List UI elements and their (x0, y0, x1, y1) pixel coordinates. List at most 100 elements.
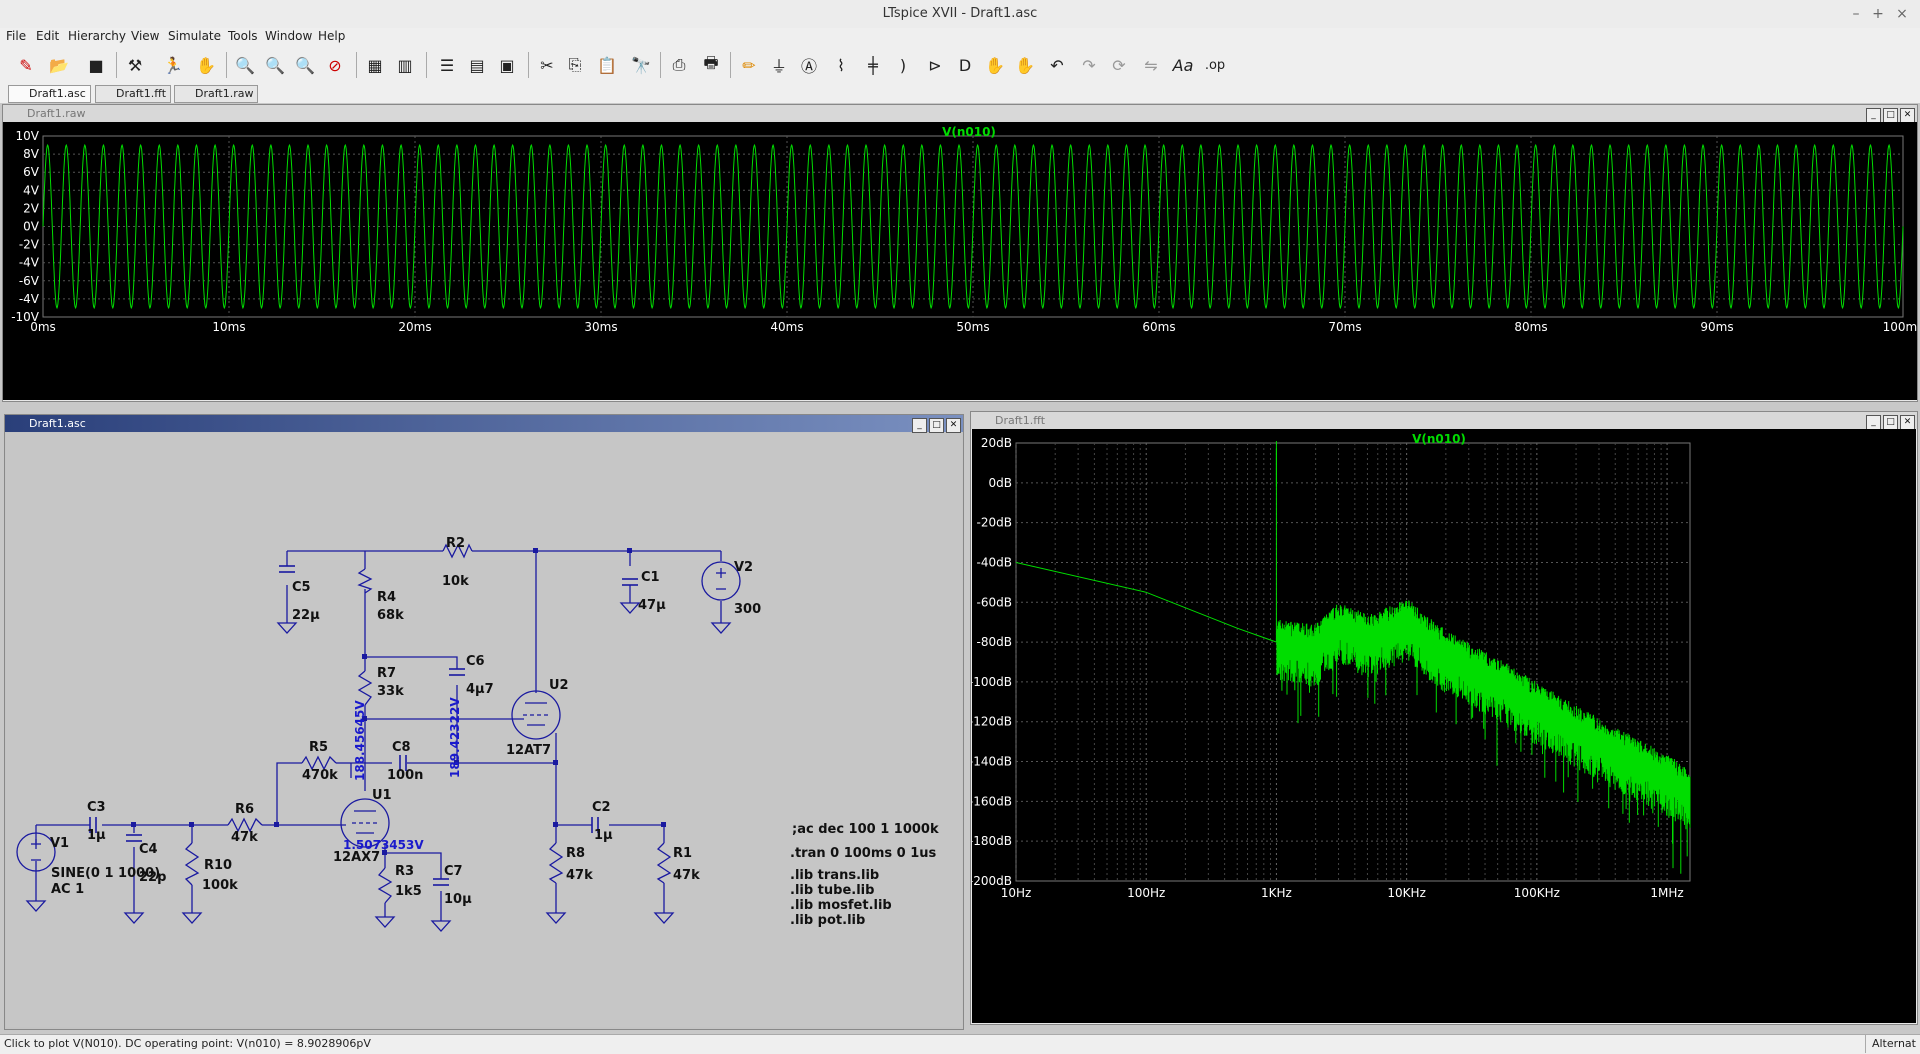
control-panel-icon[interactable]: ⚒ (122, 52, 148, 78)
c2-name[interactable]: C2 (592, 800, 611, 815)
halt-icon[interactable]: ✋ (193, 52, 219, 78)
v1-value[interactable]: SINE(0 1 1000) (51, 866, 160, 881)
menu-simulate[interactable]: Simulate (168, 29, 221, 43)
r3-value[interactable]: 1k5 (395, 884, 422, 899)
ground-icon[interactable]: ⏚ (766, 52, 792, 78)
zoom-out-icon[interactable]: 🔍 (292, 52, 318, 78)
r5-name[interactable]: R5 (309, 740, 328, 755)
close-icon[interactable]: ✕ (946, 418, 961, 433)
text-icon[interactable]: Aa (1170, 52, 1196, 78)
r10-value[interactable]: 100k (202, 878, 238, 893)
c6-value[interactable]: 4µ7 (466, 682, 494, 697)
maximize-icon[interactable]: □ (929, 418, 944, 433)
menu-edit[interactable]: Edit (36, 29, 59, 43)
print-preview-icon[interactable]: ⎙ (666, 52, 692, 78)
close-icon[interactable]: ✕ (1900, 108, 1915, 123)
save-icon[interactable]: ■ (83, 52, 109, 78)
undo-icon[interactable]: ↶ (1044, 52, 1070, 78)
c8-value[interactable]: 100n (387, 768, 423, 783)
r1-value[interactable]: 47k (673, 868, 700, 883)
minimize-icon[interactable]: _ (1866, 108, 1881, 123)
c6-name[interactable]: C6 (466, 654, 485, 669)
minimize-icon[interactable]: – (1846, 4, 1866, 24)
c2-value[interactable]: 1µ (594, 828, 613, 843)
label-net-icon[interactable]: Ⓐ (796, 52, 822, 78)
cut-icon[interactable]: ✂ (534, 52, 560, 78)
cascade-icon[interactable]: ▣ (494, 52, 520, 78)
c7-name[interactable]: C7 (444, 864, 463, 879)
menu-hierarchy[interactable]: Hierarchy (68, 29, 126, 43)
close-icon[interactable]: ✕ (1900, 415, 1915, 430)
mirror-icon[interactable]: ⇋ (1138, 52, 1164, 78)
r1-name[interactable]: R1 (673, 846, 692, 861)
copy-icon[interactable]: ⎘ (562, 52, 588, 78)
fft-trace-label[interactable]: V(n010) (1412, 432, 1466, 446)
directive-ac[interactable]: ;ac dec 100 1 1000k (792, 822, 939, 837)
maximize-icon[interactable]: □ (1883, 108, 1898, 123)
r5-value[interactable]: 470k (302, 768, 338, 783)
c5-value[interactable]: 22µ (292, 608, 320, 623)
waveform-trace-label[interactable]: V(n010) (942, 125, 996, 139)
tab-draft1-asc[interactable]: Draft1.asc (8, 85, 91, 103)
drag-icon[interactable]: ✋ (1012, 52, 1038, 78)
tile-horizontal-icon[interactable]: ☰ (434, 52, 460, 78)
redo-icon[interactable]: ↷ (1076, 52, 1102, 78)
run-icon[interactable]: 🏃 (160, 52, 186, 78)
paste-icon[interactable]: 📋 (594, 52, 620, 78)
diode-icon[interactable]: ⊳ (922, 52, 948, 78)
menu-tools[interactable]: Tools (228, 29, 258, 43)
c7-value[interactable]: 10µ (444, 892, 472, 907)
r2-value[interactable]: 10k (442, 574, 469, 589)
zoom-in-icon[interactable]: 🔍 (232, 52, 258, 78)
maximize-icon[interactable]: □ (1883, 415, 1898, 430)
directive-lib-mosfet[interactable]: .lib mosfet.lib (790, 898, 892, 913)
directive-tran[interactable]: .tran 0 100ms 0 1us (790, 846, 937, 861)
new-schematic-icon[interactable]: ✎ (13, 52, 39, 78)
autorange-icon[interactable]: ▦ (362, 52, 388, 78)
u2-name[interactable]: U2 (549, 678, 569, 693)
op-label-plate1[interactable]: 188.45645V (353, 700, 367, 781)
resistor-icon[interactable]: ⌇ (828, 52, 854, 78)
op-label-cathode[interactable]: 1.5073453V (343, 838, 424, 852)
r4-value[interactable]: 68k (377, 608, 404, 623)
r8-name[interactable]: R8 (566, 846, 585, 861)
schematic-canvas[interactable]: R2 10k C5 22µ R4 68k C1 47µ V2 300 C6 4µ… (6, 433, 962, 1027)
delete-traces-icon[interactable]: ▥ (392, 52, 418, 78)
pan-icon[interactable]: 🔍 (262, 52, 288, 78)
inductor-icon[interactable]: ) (890, 52, 916, 78)
c1-name[interactable]: C1 (641, 570, 660, 585)
minimize-icon[interactable]: _ (912, 418, 927, 433)
u1-value[interactable]: 12AX7 (333, 850, 380, 865)
menu-file[interactable]: File (6, 29, 26, 43)
tab-draft1-raw[interactable]: Draft1.raw (174, 85, 259, 103)
r6-value[interactable]: 47k (231, 830, 258, 845)
tile-vertical-icon[interactable]: ▤ (464, 52, 490, 78)
r10-name[interactable]: R10 (204, 858, 232, 873)
u1-name[interactable]: U1 (372, 788, 392, 803)
v1-name[interactable]: V1 (50, 836, 69, 851)
component-icon[interactable]: D (952, 52, 978, 78)
find-icon[interactable]: 🔭 (628, 52, 654, 78)
r3-name[interactable]: R3 (395, 864, 414, 879)
v2-name[interactable]: V2 (734, 560, 753, 575)
r7-value[interactable]: 33k (377, 684, 404, 699)
spice-directive-icon[interactable]: .op (1202, 52, 1228, 78)
directive-lib-pot[interactable]: .lib pot.lib (790, 913, 865, 928)
c3-name[interactable]: C3 (87, 800, 106, 815)
directive-lib-trans[interactable]: .lib trans.lib (790, 868, 879, 883)
r2-name[interactable]: R2 (446, 536, 465, 551)
r4-name[interactable]: R4 (377, 590, 396, 605)
maximize-icon[interactable]: + (1868, 4, 1888, 24)
directive-lib-tube[interactable]: .lib tube.lib (790, 883, 874, 898)
menu-window[interactable]: Window (265, 29, 312, 43)
v2-value[interactable]: 300 (734, 602, 761, 617)
r7-name[interactable]: R7 (377, 666, 396, 681)
minimize-icon[interactable]: _ (1866, 415, 1881, 430)
rotate-icon[interactable]: ⟳ (1106, 52, 1132, 78)
menu-view[interactable]: View (131, 29, 159, 43)
op-label-plate2[interactable]: 189.42322V (448, 697, 462, 778)
move-icon[interactable]: ✋ (982, 52, 1008, 78)
r8-value[interactable]: 47k (566, 868, 593, 883)
menu-help[interactable]: Help (318, 29, 345, 43)
r6-name[interactable]: R6 (235, 802, 254, 817)
